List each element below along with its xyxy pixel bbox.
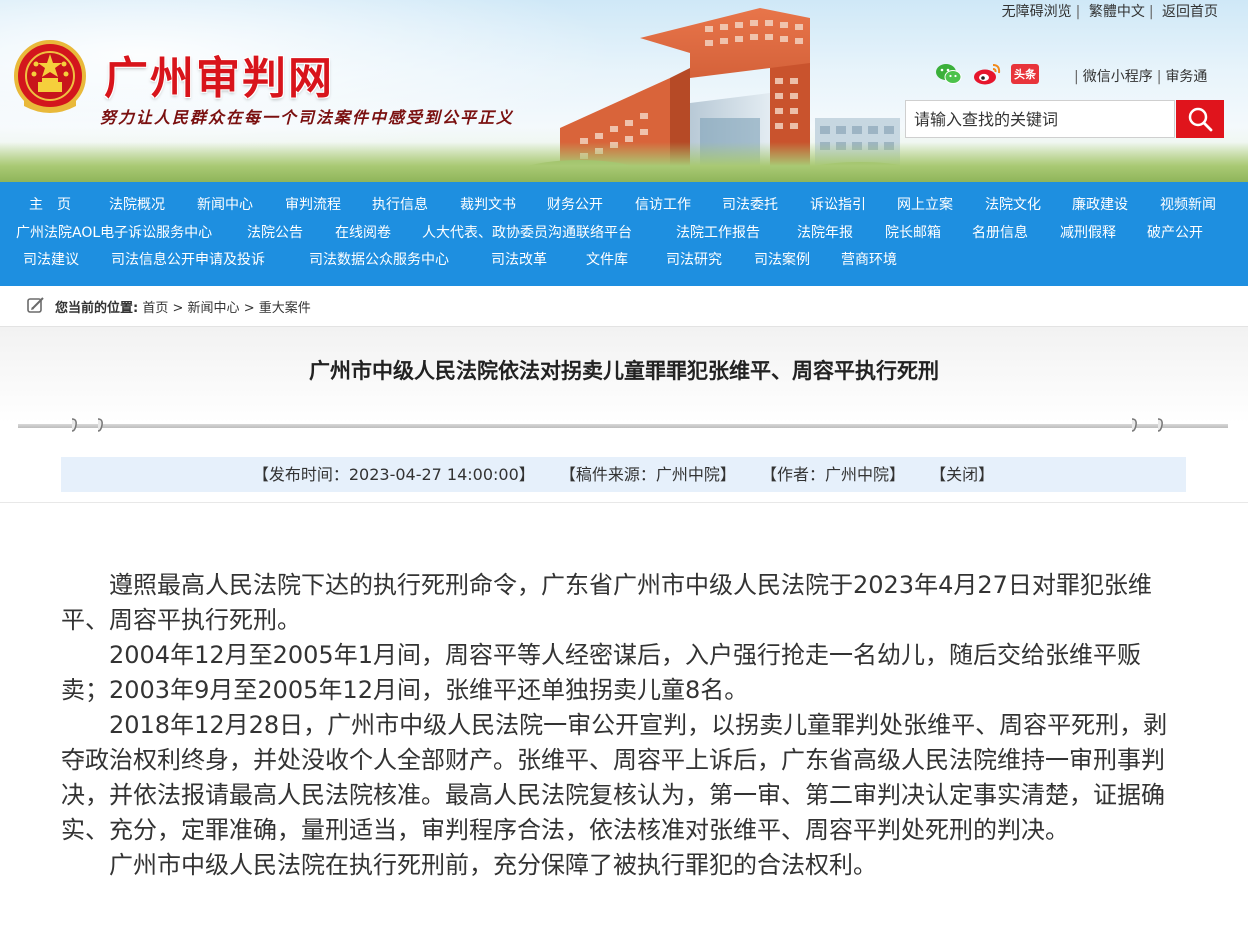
article-paragraph: 2004年12月至2005年1月间，周容平等人经密谋后，入户强行抢走一名幼儿，随… [61,641,1141,704]
traditional-chinese-link[interactable]: 繁體中文 [1089,4,1145,20]
nav-npc-cppcc-liaison[interactable]: 人大代表、政协委员沟通联络平台 [422,220,632,246]
toutiao-label: 头条 [1011,64,1039,84]
wechat-miniprogram-link[interactable]: 微信小程序 [1083,69,1153,85]
nav-video-news[interactable]: 视频新闻 [1160,192,1216,218]
breadcrumb: 您当前的位置: 首页 > 新闻中心 > 重大案件 [0,286,1248,327]
article-paragraph: 2018年12月28日，广州市中级人民法院一审公开宣判，以拐卖儿童罪判处张维平、… [61,711,1168,844]
divider-right-ornament [1131,418,1163,432]
article-source: 【稿件来源：广州中院】 [559,465,736,484]
nav-judgment-docs[interactable]: 裁判文书 [460,192,516,218]
nav-execution-info[interactable]: 执行信息 [372,192,428,218]
nav-bankruptcy[interactable]: 破产公开 [1147,220,1203,246]
mini-links: | 微信小程序 | 审务通 [1074,69,1208,85]
location-edit-icon [27,297,44,313]
wechat-icon[interactable] [935,62,963,86]
nav-online-file-reading[interactable]: 在线阅卷 [335,220,391,246]
return-home-link[interactable]: 返回首页 [1162,4,1218,20]
search-input[interactable] [905,100,1175,138]
nav-document-library[interactable]: 文件库 [586,247,628,273]
nav-finance-disclosure[interactable]: 财务公开 [547,192,603,218]
nav-info-disclosure-request[interactable]: 司法信息公开申请及投诉 [111,247,265,273]
divider-left-ornament [71,418,103,432]
nav-commutation-parole[interactable]: 减刑假释 [1060,220,1116,246]
breadcrumb-home[interactable]: 首页 [142,301,168,316]
article-title: 广州市中级人民法院依法对拐卖儿童罪罪犯张维平、周容平执行死刑 [309,359,939,383]
shenwutong-link[interactable]: 审务通 [1165,69,1207,85]
nav-online-filing[interactable]: 网上立案 [897,192,953,218]
nav-integrity[interactable]: 廉政建设 [1072,192,1128,218]
article-author: 【作者：广州中院】 [761,465,906,484]
toutiao-icon[interactable]: 头条 [1011,62,1039,86]
nav-data-service-center[interactable]: 司法数据公众服务中心 [309,247,449,273]
breadcrumb-label: 您当前的位置: [55,301,139,316]
nav-judicial-suggestions[interactable]: 司法建议 [23,247,79,273]
article-body: 遵照最高人民法院下达的执行死刑命令，广东省广州市中级人民法院于2023年4月27… [61,568,1186,883]
nav-business-environment[interactable]: 营商环境 [841,247,897,273]
nav-annual-report[interactable]: 法院年报 [797,220,853,246]
search-button[interactable] [1176,100,1224,138]
nav-roster-info[interactable]: 名册信息 [972,220,1028,246]
banner-grass [0,142,1248,182]
accessibility-link[interactable]: 无障碍浏览 [1002,4,1072,20]
article-header: 广州市中级人民法院依法对拐卖儿童罪罪犯张维平、周容平执行死刑 【发布时间：202… [0,327,1248,503]
nav-court-culture[interactable]: 法院文化 [985,192,1041,218]
nav-president-mailbox[interactable]: 院长邮箱 [885,220,941,246]
publish-time: 【发布时间：2023-04-27 14:00:00】 [252,465,535,484]
search-icon [1188,107,1213,132]
nav-aol-service-center[interactable]: 广州法院AOL电子诉讼服务中心 [16,220,212,246]
nav-court-overview[interactable]: 法院概况 [109,192,165,218]
main-nav: 主 页 法院概况 新闻中心 审判流程 执行信息 裁判文书 财务公开 信访工作 司… [0,182,1248,286]
nav-trial-process[interactable]: 审判流程 [285,192,341,218]
breadcrumb-news-center[interactable]: 新闻中心 [188,301,240,316]
breadcrumb-sep: > [243,301,255,316]
nav-petition-work[interactable]: 信访工作 [635,192,691,218]
site-slogan: 努力让人民群众在每一个司法案件中感受到公平正义 [100,108,515,127]
site-title: 广州审判网 [104,53,334,104]
weibo-icon[interactable] [973,62,1001,86]
nav-judicial-research[interactable]: 司法研究 [666,247,722,273]
breadcrumb-text: 您当前的位置: 首页 > 新闻中心 > 重大案件 [55,297,311,316]
social-icons: 头条 [935,60,1039,88]
top-links: 无障碍浏览 | 繁體中文 | 返回首页 [1001,4,1218,20]
nav-judicial-reform[interactable]: 司法改革 [491,247,547,273]
nav-work-report[interactable]: 法院工作报告 [676,220,760,246]
breadcrumb-major-cases[interactable]: 重大案件 [259,301,311,316]
nav-judicial-cases[interactable]: 司法案例 [754,247,810,273]
nav-home[interactable]: 主 页 [29,192,71,218]
national-emblem-icon [14,40,86,113]
header-banner: 广州审判网 努力让人民群众在每一个司法案件中感受到公平正义 无障碍浏览 | 繁體中… [0,0,1248,182]
nav-court-announcements[interactable]: 法院公告 [247,220,303,246]
nav-news-center[interactable]: 新闻中心 [197,192,253,218]
title-divider [18,424,1228,428]
close-link[interactable]: 【关闭】 [930,465,994,484]
nav-litigation-guide[interactable]: 诉讼指引 [810,192,866,218]
article-paragraph: 遵照最高人民法院下达的执行死刑命令，广东省广州市中级人民法院于2023年4月27… [61,571,1152,634]
article-meta: 【发布时间：2023-04-27 14:00:00】 【稿件来源：广州中院】 【… [61,457,1186,492]
nav-judicial-commission[interactable]: 司法委托 [722,192,778,218]
article-paragraph: 广州市中级人民法院在执行死刑前，充分保障了被执行罪犯的合法权利。 [109,851,877,879]
breadcrumb-sep: > [172,301,184,316]
